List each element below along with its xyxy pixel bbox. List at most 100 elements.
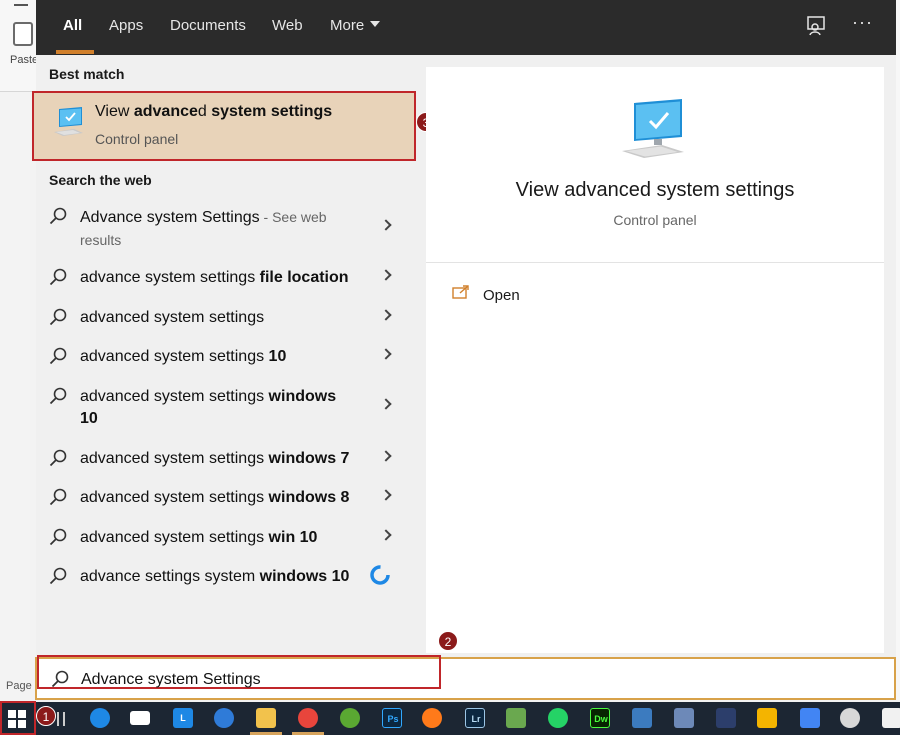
feedback-icon[interactable] [804, 14, 828, 38]
web-result-label: Advance system Settings - See web result… [80, 206, 370, 252]
lightroom-icon[interactable]: Lr [465, 708, 485, 728]
web-result-label: advanced system settings win 10 [80, 527, 370, 549]
menu-icon [14, 4, 28, 6]
lists-icon-label: L [180, 713, 186, 723]
search-input[interactable]: Advance system Settings [81, 671, 261, 689]
active-tab-indicator [56, 50, 94, 54]
search-the-web-heading: Search the web [49, 172, 152, 188]
web-result-text: advanced system settings [80, 450, 269, 467]
web-result-bold-text: windows 8 [268, 489, 350, 506]
web-result-item[interactable]: Advance system Settings - See web result… [36, 203, 414, 257]
best-match-item[interactable]: View advanced system settings Control pa… [32, 91, 416, 161]
web-result-label: advanced system settings windows 8 [80, 487, 370, 509]
tab-all[interactable]: All [63, 0, 82, 55]
utorrent-icon[interactable] [340, 708, 360, 728]
search-box[interactable]: Advance system Settings [35, 655, 896, 700]
web-result-text: advance settings system [80, 568, 260, 585]
file-explorer-icon[interactable] [256, 708, 276, 728]
web-result-text: advanced system settings [80, 529, 269, 546]
web-result-item[interactable]: advanced system settings windows 7 [36, 446, 414, 480]
chevron-right-icon [380, 269, 392, 285]
dreamweaver-icon-label: Dw [594, 714, 608, 724]
loading-spinner-icon [370, 565, 390, 585]
remote-desktop-icon[interactable] [674, 708, 694, 728]
chevron-right-icon [380, 219, 392, 235]
web-result-item[interactable]: advanced system settings 10 [36, 344, 414, 378]
preview-pane: View advanced system settings Control pa… [426, 67, 884, 653]
web-result-item[interactable]: advanced system settings windows 10 [36, 384, 414, 434]
whatsapp-icon[interactable] [548, 708, 568, 728]
paste-label: Paste [10, 54, 39, 66]
tab-web[interactable]: Web [272, 0, 303, 55]
web-result-label: advance system settings file location [80, 267, 370, 289]
search-icon [49, 268, 67, 286]
mail-icon[interactable] [130, 711, 150, 725]
preview-subtitle: Control panel [613, 212, 697, 228]
document-icon[interactable] [882, 708, 900, 728]
tab-more[interactable]: More [330, 0, 381, 55]
tab-documents[interactable]: Documents [170, 0, 246, 55]
web-result-item[interactable]: advance settings system windows 10 [36, 564, 414, 598]
web-result-item[interactable]: advanced system settings win 10 [36, 525, 414, 559]
chrome-icon[interactable] [298, 708, 318, 728]
web-result-bold-text: windows 10 [259, 568, 350, 585]
computer-icon [54, 107, 83, 136]
ellipsis-icon[interactable]: ··· [852, 10, 876, 34]
search-icon [49, 207, 67, 225]
search-icon [49, 567, 67, 585]
photoshop-icon-label: Ps [387, 714, 399, 724]
search-icon [49, 528, 67, 546]
web-result-text: Advance system Settings [80, 209, 260, 226]
chevron-right-icon [380, 450, 392, 466]
web-result-text: advance system settings [80, 269, 260, 286]
search-icon [49, 347, 67, 365]
chevron-right-icon [380, 529, 392, 545]
task-view-icon[interactable] [57, 712, 65, 726]
photoshop-icon[interactable]: Ps [382, 708, 402, 728]
web-result-item[interactable]: advance system settings file location [36, 265, 414, 299]
lists-icon[interactable]: L [173, 708, 193, 728]
web-result-bold-text: win 10 [268, 529, 318, 546]
chevron-right-icon [380, 309, 392, 325]
search-icon [49, 488, 67, 506]
search-panel: All Apps Documents Web More ··· Best mat… [32, 0, 896, 700]
web-result-text: advanced system settings [80, 348, 269, 365]
best-match-title-part: View [95, 103, 134, 120]
annotation-badge-2: 2 [438, 631, 458, 651]
chevron-right-icon [380, 398, 392, 414]
preview-title: View advanced system settings [515, 179, 795, 201]
dreamweaver-icon[interactable]: Dw [590, 708, 610, 728]
paste-icon[interactable] [13, 22, 33, 46]
edge-icon[interactable] [90, 708, 110, 728]
app-icon[interactable] [840, 708, 860, 728]
web-result-item[interactable]: advanced system settings [36, 305, 414, 339]
monitor-tool-icon[interactable] [716, 708, 736, 728]
onedrive-icon[interactable] [214, 708, 234, 728]
google-docs-icon[interactable] [800, 708, 820, 728]
web-result-text: advanced system settings [80, 489, 269, 506]
web-result-label: advanced system settings windows 7 [80, 448, 370, 470]
firefox-icon[interactable] [422, 708, 442, 728]
tab-apps[interactable]: Apps [109, 0, 143, 55]
open-action[interactable]: Open [483, 287, 520, 304]
web-result-label: advanced system settings [80, 307, 370, 329]
start-button-highlight [0, 701, 36, 735]
web-result-item[interactable]: advanced system settings windows 8 [36, 485, 414, 519]
best-match-subtitle: Control panel [95, 131, 179, 147]
tab-more-label: More [330, 17, 365, 34]
best-match-title-bold: advance [133, 103, 198, 120]
computer-icon [622, 99, 684, 158]
search-icon [49, 387, 67, 405]
web-result-text: advanced system settings [80, 388, 269, 405]
results-list: Best match View advanced system settings… [32, 55, 436, 655]
web-result-bold-text: 10 [268, 348, 287, 365]
folder-doc-icon[interactable] [757, 708, 777, 728]
image-editor-icon[interactable] [506, 708, 526, 728]
network-tool-icon[interactable] [632, 708, 652, 728]
web-result-label: advance settings system windows 10 [80, 566, 370, 588]
web-result-bold-text: file location [259, 269, 349, 286]
web-result-label: advanced system settings windows 10 [80, 386, 350, 430]
best-match-title: View advanced system settings [95, 103, 332, 121]
chevron-right-icon [380, 348, 392, 364]
open-icon [452, 285, 469, 299]
